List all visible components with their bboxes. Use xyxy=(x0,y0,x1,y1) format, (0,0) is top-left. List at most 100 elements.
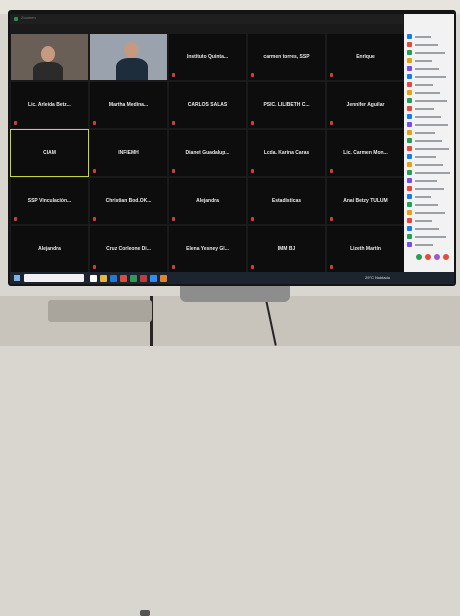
participant-name: Estadísticas xyxy=(271,198,302,204)
participant-tile[interactable]: IMM BJ xyxy=(248,226,325,272)
participant-list-name xyxy=(415,68,439,70)
participant-name: Lic. Carmen Mon... xyxy=(343,150,388,156)
participant-tile[interactable]: Elena Yesney Gl... xyxy=(169,226,246,272)
participant-tile[interactable]: Lic. Carmen Mon... xyxy=(327,130,404,176)
participant-tile[interactable]: SSP Vinculación... xyxy=(11,178,88,224)
phone-led xyxy=(140,610,150,616)
participant-list-item[interactable] xyxy=(407,50,453,55)
control-green-icon[interactable] xyxy=(416,254,422,260)
participant-tile[interactable]: Christian Bod.OK... xyxy=(90,178,167,224)
participant-list-name xyxy=(415,172,450,174)
participant-list-item[interactable] xyxy=(407,66,453,71)
participant-list-item[interactable] xyxy=(407,34,453,39)
participant-list-item[interactable] xyxy=(407,42,453,47)
taskview-icon[interactable] xyxy=(90,275,97,282)
participant-tile[interactable]: Lcda. Karina Caras xyxy=(248,130,325,176)
window-title: Zoomen xyxy=(21,15,36,20)
control-purple-icon[interactable] xyxy=(434,254,440,260)
taskbar-search-input[interactable] xyxy=(24,274,84,282)
explorer-icon[interactable] xyxy=(100,275,107,282)
control-red-icon[interactable] xyxy=(425,254,431,260)
control-red2-icon[interactable] xyxy=(443,254,449,260)
participant-list-item[interactable] xyxy=(407,194,453,199)
participant-list-name xyxy=(415,164,443,166)
participant-avatar xyxy=(407,114,412,119)
participant-avatar xyxy=(407,146,412,151)
participant-list-name xyxy=(415,236,446,238)
participant-tile[interactable]: Enrique xyxy=(327,34,404,80)
participant-list-name xyxy=(415,148,449,150)
participant-name: Instituto Quinta... xyxy=(186,54,229,60)
participant-tile[interactable]: Lic. Arleida Betz... xyxy=(11,82,88,128)
participant-list-name xyxy=(415,228,439,230)
participant-list-name xyxy=(415,140,442,142)
participant-list-item[interactable] xyxy=(407,122,453,127)
participant-video-face xyxy=(41,46,55,62)
participant-tile[interactable]: Anai Betzy TULUM xyxy=(327,178,404,224)
participant-tile[interactable]: INFIEMH xyxy=(90,130,167,176)
participant-list-name xyxy=(415,156,436,158)
participant-list-item[interactable] xyxy=(407,186,453,191)
participant-list-item[interactable] xyxy=(407,106,453,111)
participant-list-item[interactable] xyxy=(407,130,453,135)
muted-mic-icon xyxy=(251,169,254,173)
participant-list-item[interactable] xyxy=(407,210,453,215)
participant-list-item[interactable] xyxy=(407,162,453,167)
zoom-taskbar-icon[interactable] xyxy=(150,275,157,282)
participant-avatar xyxy=(407,106,412,111)
participant-avatar xyxy=(407,42,412,47)
participant-tile[interactable]: CIAM xyxy=(10,129,89,177)
participant-list-item[interactable] xyxy=(407,98,453,103)
participant-list-item[interactable] xyxy=(407,90,453,95)
app-icon-orange[interactable] xyxy=(160,275,167,282)
participant-list-name xyxy=(415,204,438,206)
participant-list-item[interactable] xyxy=(407,138,453,143)
muted-mic-icon xyxy=(93,169,96,173)
participant-tile[interactable]: PSIC. LILIBETH C... xyxy=(248,82,325,128)
participant-tile[interactable]: Instituto Quinta... xyxy=(169,34,246,80)
participant-tile[interactable]: Martha Medina... xyxy=(90,82,167,128)
participant-list-item[interactable] xyxy=(407,146,453,151)
muted-mic-icon xyxy=(93,121,96,125)
participant-tile[interactable] xyxy=(90,34,167,80)
participant-list-item[interactable] xyxy=(407,226,453,231)
app-icon-red[interactable] xyxy=(140,275,147,282)
participant-list-item[interactable] xyxy=(407,202,453,207)
participant-list-item[interactable] xyxy=(407,114,453,119)
participant-list-item[interactable] xyxy=(407,242,453,247)
chrome-icon[interactable] xyxy=(120,275,127,282)
participant-tile[interactable]: Jennifer Aguilar xyxy=(327,82,404,128)
participant-list-item[interactable] xyxy=(407,82,453,87)
participant-tile[interactable]: CARLOS SALAS xyxy=(169,82,246,128)
participant-tile[interactable]: Cruz Corleone Di... xyxy=(90,226,167,272)
participant-tile[interactable]: Dianet Guadalup... xyxy=(169,130,246,176)
participant-list-item[interactable] xyxy=(407,178,453,183)
participant-avatar xyxy=(407,130,412,135)
participant-avatar xyxy=(407,90,412,95)
participant-tile[interactable]: Lizeth Martín xyxy=(327,226,404,272)
app-icon-green[interactable] xyxy=(130,275,137,282)
participant-list-item[interactable] xyxy=(407,154,453,159)
edge-icon[interactable] xyxy=(110,275,117,282)
participant-list-name xyxy=(415,76,446,78)
participant-list-item[interactable] xyxy=(407,218,453,223)
start-button-icon[interactable] xyxy=(14,275,20,281)
participant-list-item[interactable] xyxy=(407,234,453,239)
participant-tile[interactable]: Alejandra xyxy=(11,226,88,272)
participant-list-item[interactable] xyxy=(407,170,453,175)
participant-tile[interactable]: Estadísticas xyxy=(248,178,325,224)
muted-mic-icon xyxy=(251,217,254,221)
zoom-shield-icon xyxy=(14,17,18,21)
participants-panel xyxy=(404,14,454,284)
participant-list-item[interactable] xyxy=(407,58,453,63)
participant-tile[interactable]: carmen torres, SSP xyxy=(248,34,325,80)
participant-tile[interactable] xyxy=(11,34,88,80)
participant-list-item[interactable] xyxy=(407,74,453,79)
muted-mic-icon xyxy=(330,73,333,77)
monitor-stand xyxy=(180,286,290,302)
muted-mic-icon xyxy=(330,265,333,269)
participant-name: Elena Yesney Gl... xyxy=(186,246,229,252)
muted-mic-icon xyxy=(172,169,175,173)
participant-name: Enrique xyxy=(356,54,375,60)
participant-tile[interactable]: Alejandra xyxy=(169,178,246,224)
